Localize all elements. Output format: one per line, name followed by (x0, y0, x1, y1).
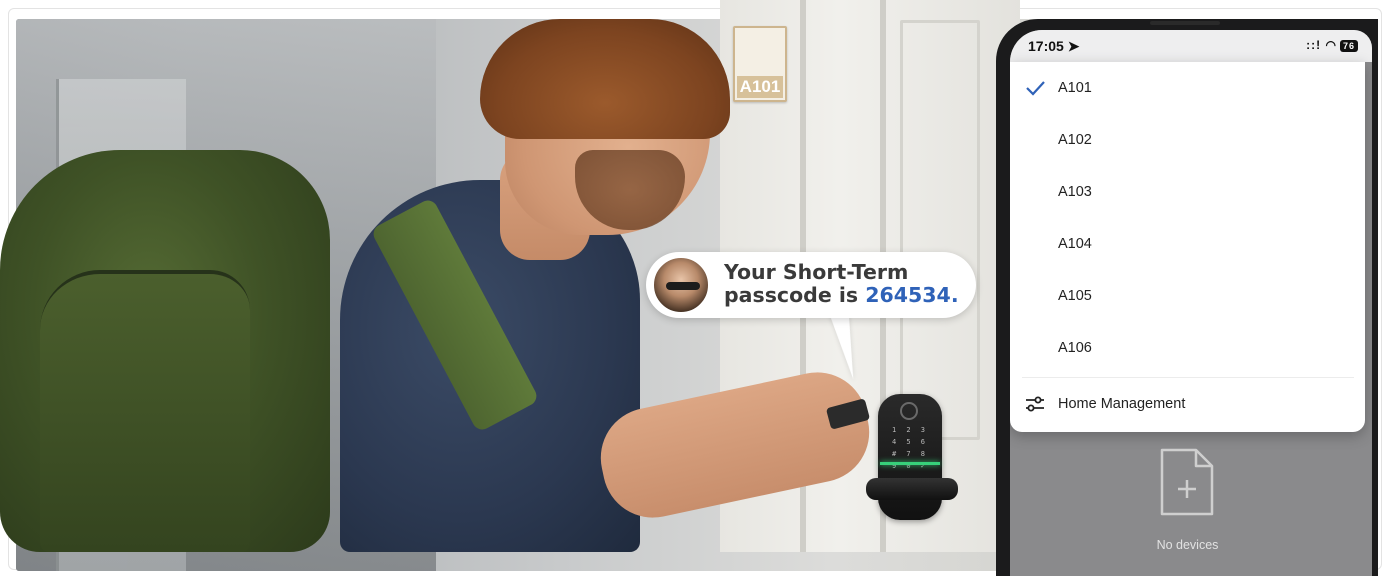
room-selector-menu: A101 A102 A103 A104 A105 A106 Home Management (1010, 62, 1365, 432)
battery-icon: 76 (1339, 39, 1358, 52)
signal-icon: ::! (1306, 38, 1322, 52)
room-sign-number: A101 (737, 76, 783, 98)
phone-screen: 17:05 ➤ ::! ◠ 76 A101A102A103A104A105A106… (1010, 30, 1372, 576)
wifi-icon: ◠ (1325, 38, 1337, 52)
door-inset-panel (900, 20, 980, 440)
checkmark-icon (1026, 81, 1045, 96)
room-item-label: A105 (1058, 288, 1092, 304)
room-item-a101[interactable]: A101 (1010, 62, 1365, 114)
add-device-icon (1160, 448, 1214, 516)
status-icons: ::! ◠ 76 (1306, 38, 1358, 52)
home-management-label: Home Management (1058, 396, 1186, 412)
sunglasses-icon (666, 282, 700, 290)
status-time: 17:05 ➤ (1028, 38, 1080, 54)
message-line-1: Your Short-Term (724, 260, 909, 284)
room-item-label: A102 (1058, 132, 1092, 148)
room-item-label: A104 (1058, 236, 1092, 252)
room-item-a105[interactable]: A105 (1010, 270, 1365, 322)
message-line-2: passcode is 264534. (724, 284, 974, 307)
room-item-a106[interactable]: A106 (1010, 322, 1365, 374)
fingerprint-sensor-icon (900, 402, 918, 420)
backpack-pocket (40, 270, 250, 552)
empty-state-text: No devices (1156, 538, 1219, 552)
home-management-item[interactable]: Home Management (1010, 378, 1365, 430)
sliders-icon (1026, 396, 1044, 412)
sender-avatar (652, 256, 710, 314)
room-item-label: A101 (1058, 80, 1092, 96)
lock-keypad: 1 2 3 4 5 6 # 7 8 9 0 ✓ (891, 426, 929, 470)
passcode-value: 264534. (865, 283, 959, 307)
room-item-label: A103 (1058, 184, 1092, 200)
passcode-message: Your Short-Term passcode is 264534. (724, 261, 974, 307)
phone-speaker (1150, 21, 1220, 25)
room-item-a102[interactable]: A102 (1010, 114, 1365, 166)
status-bar: 17:05 ➤ ::! ◠ 76 (1010, 30, 1372, 62)
message-prefix: passcode is (724, 283, 866, 307)
person-hair (480, 19, 730, 139)
room-item-label: A106 (1058, 340, 1092, 356)
room-item-a103[interactable]: A103 (1010, 166, 1365, 218)
lock-status-led (880, 462, 940, 465)
lock-handle (866, 478, 958, 500)
room-item-a104[interactable]: A104 (1010, 218, 1365, 270)
